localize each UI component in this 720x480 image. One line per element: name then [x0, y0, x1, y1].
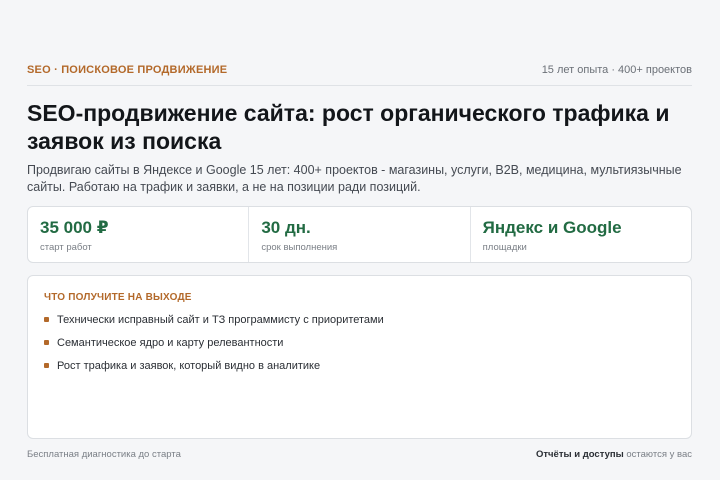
footer-access-bold: Отчёты и доступы — [535, 449, 624, 460]
bullet-icon — [44, 317, 49, 322]
deliverables-list: Технически исправный сайт и ТЗ программи… — [44, 313, 384, 382]
list-item-text: Семантическое ядро и карту релевантности — [57, 337, 284, 349]
stat-platforms: Яндекс и Google площадки — [471, 207, 691, 262]
stat-value: Яндекс и Google — [482, 218, 622, 237]
stat-value: 30 дн. — [261, 218, 311, 237]
stat-label: срок выполнения — [261, 242, 338, 253]
top-bar: SEO · ПОИСКОВОЕ ПРОДВИЖЕНИЕ 15 лет опыта… — [27, 63, 692, 86]
footer-note: Бесплатная диагностика до старта — [27, 449, 181, 460]
category-eyebrow: SEO · ПОИСКОВОЕ ПРОДВИЖЕНИЕ — [27, 64, 228, 76]
list-item: Семантическое ядро и карту релевантности — [44, 336, 384, 359]
list-item-text: Рост трафика и заявок, который видно в а… — [57, 360, 321, 372]
lead-text: Продвигаю сайты в Яндексе и Google 15 ле… — [27, 163, 682, 194]
bullet-icon — [44, 340, 49, 345]
page-title: SEO-продвижение сайта: рост органическог… — [27, 100, 670, 154]
list-item: Рост трафика и заявок, который видно в а… — [44, 359, 384, 382]
experience-meta: 15 лет опыта · 400+ проектов — [541, 64, 692, 76]
deliverables-card: ЧТО ПОЛУЧИТЕ НА ВЫХОДЕ Технически исправ… — [27, 275, 692, 439]
stat-label: площадки — [482, 242, 527, 253]
bullet-icon — [44, 363, 49, 368]
stats-panel: 35 000 ₽ старт работ 30 дн. срок выполне… — [27, 206, 692, 263]
stat-price: 35 000 ₽ старт работ — [28, 207, 250, 262]
deliverables-title: ЧТО ПОЛУЧИТЕ НА ВЫХОДЕ — [44, 292, 192, 303]
list-item: Технически исправный сайт и ТЗ программи… — [44, 313, 384, 336]
stat-value: 35 000 ₽ — [40, 218, 109, 237]
list-item-text: Технически исправный сайт и ТЗ программи… — [57, 314, 384, 326]
footer-access-rest: остаются у вас — [623, 449, 692, 460]
footer-access-note: Отчёты и доступы остаются у вас — [536, 449, 692, 460]
stat-label: старт работ — [40, 242, 92, 253]
stat-duration: 30 дн. срок выполнения — [249, 207, 471, 262]
